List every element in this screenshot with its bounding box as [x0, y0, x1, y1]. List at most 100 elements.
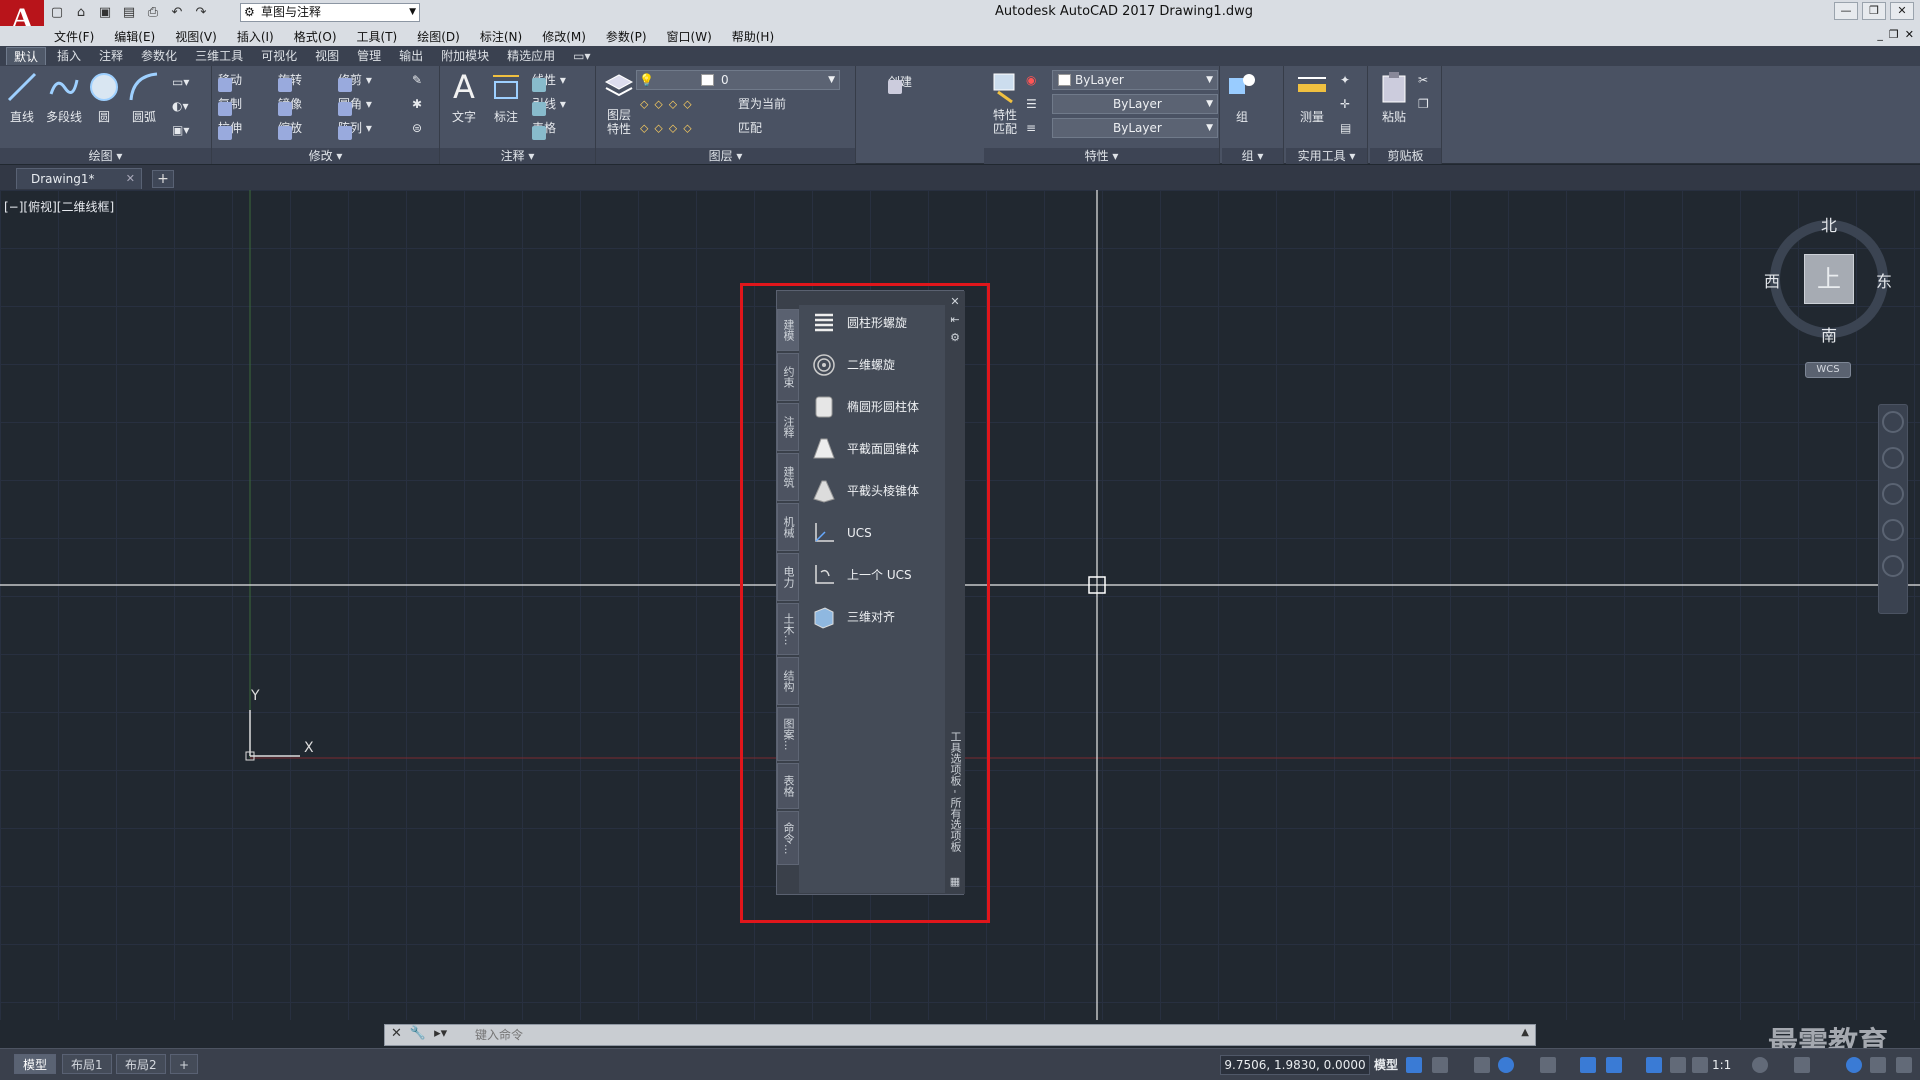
linear-dim-button[interactable]: 线性 ▾ [532, 70, 566, 92]
menu-dimension[interactable]: 标注(N) [480, 28, 522, 45]
lineweight-icon[interactable]: ≡ [1026, 118, 1036, 138]
copy-clip-icon[interactable]: ❐ [1418, 94, 1429, 114]
menu-window[interactable]: 窗口(W) [667, 28, 712, 45]
panel-groups-title[interactable]: 组 ▾ [1222, 148, 1283, 164]
wrench-icon[interactable]: 🔧 [410, 1026, 426, 1041]
chevron-up-icon[interactable]: ▲ [1521, 1027, 1529, 1038]
table-button[interactable]: 表格 [532, 118, 556, 140]
palette-tab-mechanical[interactable]: 机械 [777, 503, 799, 551]
cut-icon[interactable]: ✂ [1418, 70, 1428, 90]
palette-item-frustum-pyramid[interactable]: 平截头棱锥体 [799, 473, 945, 509]
leader-button[interactable]: 引线 ▾ [532, 94, 566, 116]
scale-button[interactable]: 缩放 [278, 118, 302, 140]
tab-featured-apps[interactable]: 精选应用 [500, 47, 562, 65]
palette-tab-tables[interactable]: 表格 [777, 763, 799, 809]
workspace-select[interactable]: ⚙ 草图与注释 ▼ [240, 3, 420, 22]
set-current-button[interactable]: 置为当前 [738, 94, 786, 114]
stretch-button[interactable]: 拉伸 [218, 118, 242, 140]
color-wheel-icon[interactable]: ◉ [1026, 70, 1036, 90]
palette-tab-annotation[interactable]: 注释 [777, 403, 799, 451]
menu-help[interactable]: 帮助(H) [732, 28, 774, 45]
offset-icon[interactable]: ⊜ [412, 118, 422, 138]
match-properties-button[interactable]: 特性 匹配 [986, 70, 1024, 140]
measure-button[interactable]: 测量 [1290, 70, 1334, 140]
close-button[interactable]: ✕ [1890, 2, 1914, 20]
orbit-icon[interactable] [1882, 519, 1904, 541]
tab-insert[interactable]: 插入 [50, 47, 88, 65]
paste-button[interactable]: 粘贴 [1374, 70, 1414, 140]
coordinate-display[interactable]: 9.7506, 1.9830, 0.0000 [1220, 1055, 1370, 1075]
menu-tools[interactable]: 工具(T) [357, 28, 398, 45]
block-create-button[interactable]: 创建 [888, 72, 912, 94]
add-layout-button[interactable]: + [170, 1054, 199, 1074]
isolate-objects-icon[interactable] [1846, 1057, 1862, 1073]
palette-item-ucs-previous[interactable]: 上一个 UCS [799, 557, 945, 593]
panel-modify-title[interactable]: 修改 ▾ [212, 148, 439, 164]
palette-close-icon[interactable]: ✕ [948, 295, 962, 309]
zoom-icon[interactable] [1882, 483, 1904, 505]
wcs-menu-button[interactable]: WCS [1805, 362, 1851, 378]
palette-tab-civil[interactable]: 土木... [777, 603, 799, 655]
tab-3d-tools[interactable]: 三维工具 [188, 47, 250, 65]
arc-button[interactable]: 圆弧 [124, 70, 164, 140]
compass-south[interactable]: 南 [1821, 322, 1837, 346]
menu-format[interactable]: 格式(O) [294, 28, 337, 45]
object-snap-tracking-icon[interactable] [1580, 1057, 1596, 1073]
minimize-button[interactable]: — [1834, 2, 1858, 20]
showmotion-icon[interactable] [1882, 555, 1904, 577]
close-icon[interactable]: ✕ [391, 1026, 402, 1041]
mirror-button[interactable]: 镜像 [278, 94, 302, 116]
palette-item-ucs[interactable]: UCS [799, 515, 945, 551]
tab-addins[interactable]: 附加模块 [434, 47, 496, 65]
pan-icon[interactable] [1882, 447, 1904, 469]
compass-west[interactable]: 西 [1764, 268, 1780, 292]
menu-file[interactable]: 文件(F) [54, 28, 94, 45]
palette-tab-constraints[interactable]: 约束 [777, 353, 799, 401]
linetype-icon[interactable]: ☰ [1026, 94, 1037, 114]
compass-north[interactable]: 北 [1821, 212, 1837, 236]
palette-tab-architectural[interactable]: 建筑 [777, 453, 799, 501]
plus-icon[interactable] [1794, 1057, 1810, 1073]
group-button[interactable]: 组 [1224, 70, 1260, 140]
annotation-scale-value[interactable]: 1:1 [1712, 1055, 1731, 1075]
menu-view[interactable]: 视图(V) [175, 28, 217, 45]
linetype-select[interactable]: ByLayer ▼ [1052, 94, 1218, 114]
tab-parametric[interactable]: 参数化 [134, 47, 184, 65]
hatch-icon[interactable]: ◐▾ [172, 96, 189, 116]
panel-layers-title[interactable]: 图层 ▾ [596, 148, 855, 164]
layout-tab-model[interactable]: 模型 [14, 1054, 57, 1074]
explode-icon[interactable]: ✱ [412, 94, 422, 114]
close-icon[interactable]: ✕ [126, 169, 135, 189]
undo-icon[interactable]: ↶ [168, 4, 186, 22]
palette-tab-electrical[interactable]: 电力 [777, 553, 799, 601]
palette-item-helix[interactable]: 圆柱形螺旋 [799, 305, 945, 341]
palette-item-frustum-cone[interactable]: 平截面圆锥体 [799, 431, 945, 467]
grid-icon[interactable] [1406, 1057, 1422, 1073]
menu-insert[interactable]: 插入(I) [237, 28, 274, 45]
ortho-icon[interactable] [1474, 1057, 1490, 1073]
isodraft-icon[interactable] [1540, 1057, 1556, 1073]
fullscreen-icon[interactable] [1870, 1057, 1886, 1073]
redo-icon[interactable]: ↷ [192, 4, 210, 22]
model-space-toggle[interactable]: 模型 [1374, 1055, 1398, 1075]
id-point-icon[interactable]: ✛ [1340, 94, 1350, 114]
layer-properties-button[interactable]: 图层 特性 [598, 70, 640, 140]
palette-item-elliptical-cylinder[interactable]: 椭圆形圆柱体 [799, 389, 945, 425]
menu-draw[interactable]: 绘图(D) [417, 28, 460, 45]
doc-close-icon[interactable]: ✕ [1905, 28, 1914, 41]
steering-wheel-icon[interactable] [1882, 411, 1904, 433]
tab-output[interactable]: 输出 [392, 47, 430, 65]
calculator-icon[interactable]: ▤ [1340, 118, 1351, 138]
doc-minimize-icon[interactable]: _ [1877, 28, 1883, 41]
array-button[interactable]: 阵列 ▾ [338, 118, 372, 140]
polyline-button[interactable]: 多段线 [44, 70, 84, 140]
palette-tab-command[interactable]: 命令... [777, 811, 799, 865]
erase-icon[interactable]: ✎ [412, 70, 422, 90]
open-file-icon[interactable]: ⌂ [72, 4, 90, 22]
layout-tab-layout2[interactable]: 布局2 [116, 1054, 166, 1074]
command-history-icon[interactable]: ▸▾ [434, 1026, 447, 1041]
panel-utilities-title[interactable]: 实用工具 ▾ [1286, 148, 1367, 164]
panel-clipboard-title[interactable]: 剪贴板 [1370, 148, 1441, 164]
tab-manage[interactable]: 管理 [350, 47, 388, 65]
palette-properties-icon[interactable]: ⚙ [948, 331, 962, 345]
